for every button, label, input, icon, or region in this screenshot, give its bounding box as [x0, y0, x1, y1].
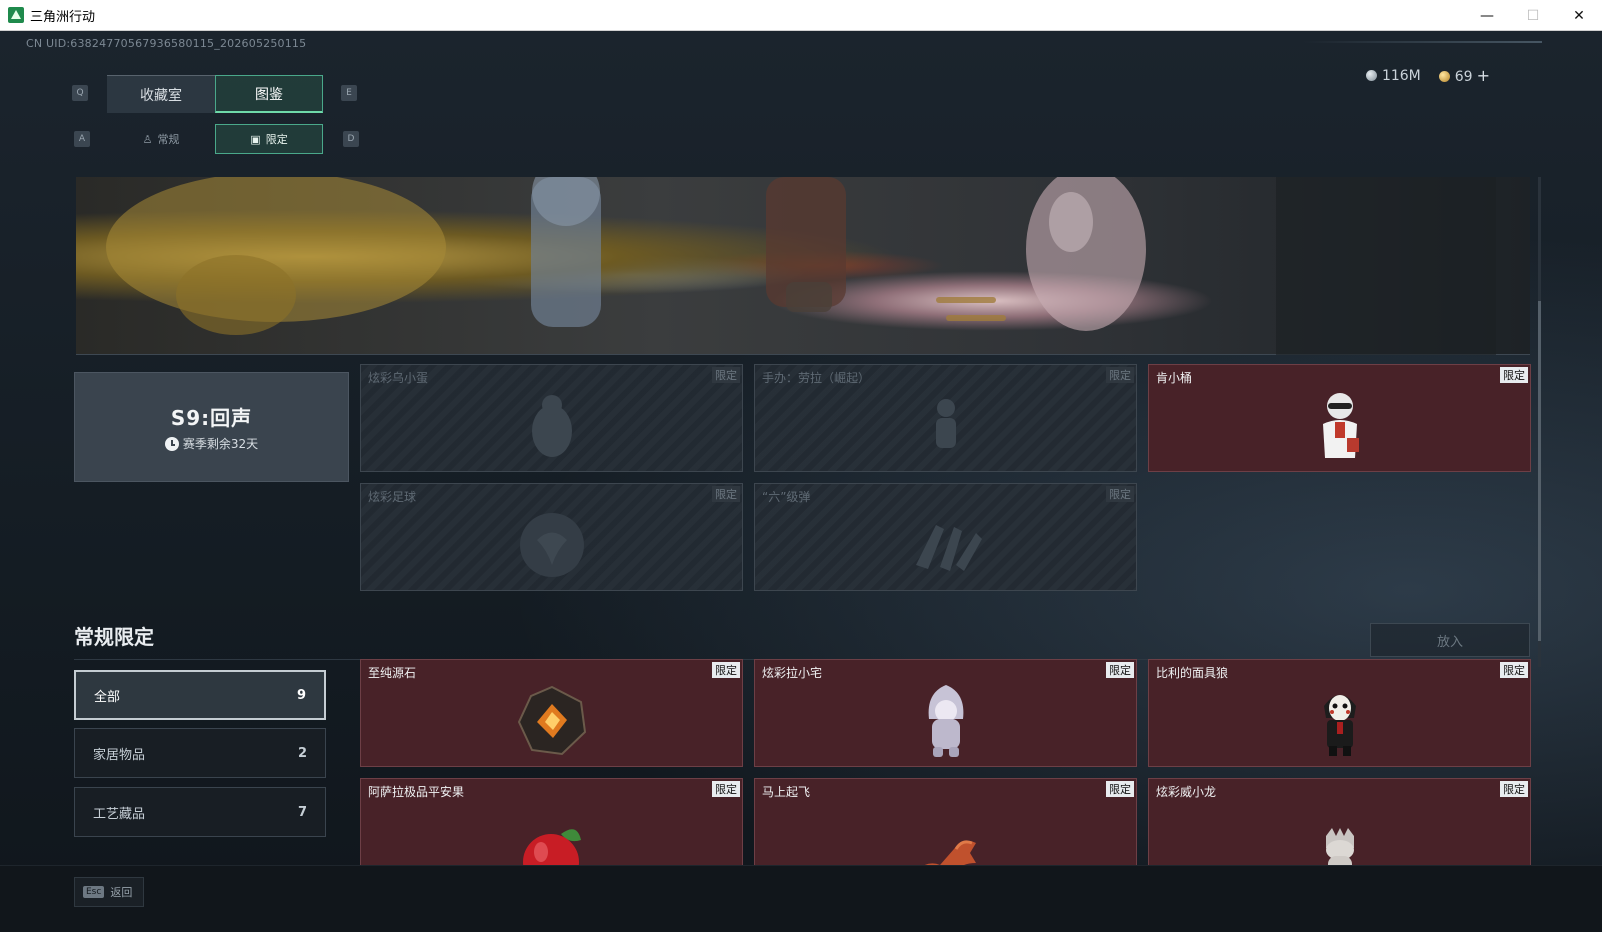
- limited-badge: 限定: [1106, 781, 1134, 797]
- limited-badge: 限定: [1500, 662, 1528, 678]
- item-card[interactable]: 马上起飞 限定: [754, 778, 1137, 865]
- item-name: 比利的面具狼: [1156, 666, 1229, 680]
- item-card[interactable]: 炫彩拉小宅 限定: [754, 659, 1137, 767]
- item-silhouette-icon: [519, 513, 584, 578]
- horse-figure-icon: [923, 839, 976, 865]
- limited-badge: 限定: [712, 367, 740, 383]
- item-card[interactable]: 炫彩乌小蛋 限定: [360, 364, 743, 472]
- item-name: 炫彩足球: [368, 490, 417, 504]
- key-hint-q: Q: [72, 85, 88, 101]
- player-uid: CN UID:6382477056793658011​5_20260525011…: [26, 37, 307, 50]
- gold-coin-icon: [1438, 71, 1450, 82]
- item-card[interactable]: 阿萨拉极品平安果 限定: [360, 778, 743, 865]
- dragon-figure-icon: [1325, 827, 1354, 865]
- apple-icon: [522, 829, 581, 865]
- window-title: 三角洲行动: [30, 9, 96, 25]
- item-card[interactable]: “六”级弹 限定: [754, 483, 1137, 591]
- item-silhouette-icon: [935, 399, 956, 449]
- item-card[interactable]: 炫彩威小龙 限定: [1148, 778, 1531, 865]
- season-banner-image: [76, 177, 1530, 355]
- item-name: 炫彩乌小蛋: [368, 371, 429, 385]
- silver-coin-icon: [1365, 69, 1377, 81]
- back-label: 返回: [110, 886, 133, 899]
- colonel-figure-icon: [1322, 393, 1359, 459]
- close-button[interactable]: ✕: [1556, 0, 1602, 31]
- subtab-regular-label: 常规: [157, 133, 180, 146]
- app-logo-icon: [8, 7, 24, 23]
- season-remaining: 赛季剩余32天: [164, 435, 259, 452]
- esc-key-hint: Esc: [83, 886, 105, 898]
- gold-currency: 69 +: [1438, 66, 1490, 85]
- minimize-button[interactable]: —: [1464, 0, 1510, 31]
- sub-tabs: ♙ 常规 ▣ 限定: [107, 124, 323, 154]
- limited-badge: 限定: [712, 781, 740, 797]
- item-card[interactable]: 手办：劳拉（崛起） 限定: [754, 364, 1137, 472]
- place-button[interactable]: 放入: [1370, 623, 1530, 657]
- limited-badge: 限定: [1106, 662, 1134, 678]
- season-remaining-text: 赛季剩余32天: [182, 437, 259, 451]
- tab-collection-room[interactable]: 收藏室: [107, 75, 215, 113]
- subtab-regular[interactable]: ♙ 常规: [107, 124, 215, 154]
- game-viewport: CN UID:6382477056793658011​5_20260525011…: [0, 31, 1602, 932]
- season-card[interactable]: S9:回声 赛季剩余32天: [74, 372, 349, 482]
- item-name: 炫彩拉小宅: [762, 666, 823, 680]
- back-button[interactable]: Esc 返回: [74, 877, 144, 907]
- item-name: 阿萨拉极品平安果: [368, 785, 465, 799]
- add-currency-button[interactable]: +: [1477, 66, 1490, 85]
- clock-icon: [164, 436, 179, 451]
- window-titlebar: 三角洲行动 — ☐ ✕: [0, 0, 1602, 31]
- item-name: 至纯源石: [368, 666, 417, 680]
- item-card[interactable]: 肯小桶 限定: [1148, 364, 1531, 472]
- currency-bar: 116M 69 +: [1365, 66, 1490, 85]
- item-card[interactable]: 比利的面具狼 限定: [1148, 659, 1531, 767]
- key-hint-d: D: [343, 131, 359, 147]
- limited-badge: 限定: [1106, 486, 1134, 502]
- regular-items-grid: 至纯源石 限定 炫彩拉小宅 限定 比利的面具狼 限定 阿萨拉极品平安果 限定 马…: [0, 655, 1602, 865]
- season-title: S9:回声: [170, 406, 253, 430]
- picture-icon: ▣: [250, 132, 261, 146]
- limited-badge: 限定: [1500, 781, 1528, 797]
- crystal-stone-icon: [517, 686, 586, 756]
- section-title: 常规限定: [74, 625, 154, 649]
- key-hint-e: E: [341, 85, 357, 101]
- tab-codex[interactable]: 图鉴: [215, 75, 323, 113]
- jigsaw-puppet-icon: [1323, 695, 1356, 757]
- figure-icon: ♙: [142, 132, 153, 146]
- item-name: 炫彩威小龙: [1156, 785, 1217, 799]
- item-silhouette-icon: [915, 525, 982, 572]
- decor-line: [1302, 41, 1542, 43]
- silver-currency: 116M: [1365, 67, 1421, 84]
- subtab-limited-label: 限定: [265, 133, 288, 146]
- primary-tabs: 收藏室 图鉴: [107, 75, 323, 113]
- limited-badge: 限定: [1500, 367, 1528, 383]
- banner-art: [106, 177, 1496, 355]
- window-controls: — ☐ ✕: [1464, 0, 1602, 31]
- hooded-figure-icon: [928, 685, 963, 758]
- item-card[interactable]: 至纯源石 限定: [360, 659, 743, 767]
- scrollbar-thumb[interactable]: [1538, 301, 1541, 641]
- item-name: “六”级弹: [762, 490, 811, 504]
- item-silhouette-icon: [531, 395, 572, 458]
- item-name: 手办：劳拉（崛起）: [762, 371, 871, 385]
- bottom-bar: Esc 返回: [0, 865, 1602, 932]
- key-hint-a: A: [74, 131, 90, 147]
- gold-amount: 69: [1454, 69, 1473, 85]
- item-name: 马上起飞: [762, 785, 811, 799]
- limited-badge: 限定: [1106, 367, 1134, 383]
- maximize-button[interactable]: ☐: [1510, 0, 1556, 31]
- limited-badge: 限定: [712, 486, 740, 502]
- limited-badge: 限定: [712, 662, 740, 678]
- item-name: 肯小桶: [1156, 371, 1193, 385]
- item-card[interactable]: 炫彩足球 限定: [360, 483, 743, 591]
- subtab-limited[interactable]: ▣ 限定: [215, 124, 323, 154]
- silver-amount: 116M: [1381, 67, 1421, 84]
